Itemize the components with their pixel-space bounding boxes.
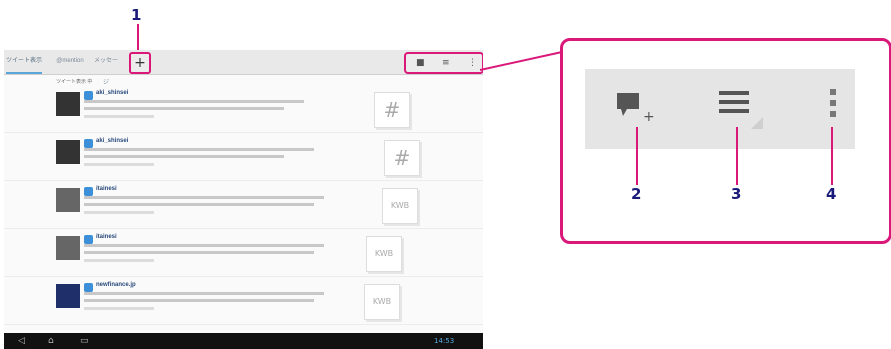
- list-header: ツイート表示 中: [56, 79, 93, 85]
- twitter-icon: [84, 139, 93, 148]
- recents-icon[interactable]: ▭: [80, 336, 89, 346]
- home-icon[interactable]: ⌂: [48, 336, 54, 346]
- new-tweet-icon[interactable]: +: [617, 91, 663, 127]
- tweet-username: newfinance.jp: [96, 282, 136, 288]
- menu-list-icon[interactable]: [719, 89, 765, 129]
- callout-2: 2: [631, 185, 642, 203]
- tweet-username: aki_shinsei: [96, 138, 129, 144]
- tablet-screen: ツイート表示 @mention メッセージ + ■ ≡ ⋮ ツイート表示 中 a…: [4, 50, 483, 349]
- tweet-meta: [84, 163, 154, 166]
- clock: 14:53: [434, 337, 455, 345]
- tweet-text-line: [84, 292, 324, 295]
- plus-icon: +: [134, 55, 146, 71]
- system-nav-bar: ◁ ⌂ ▭ 14:53: [4, 333, 483, 349]
- callout-3-line: [736, 127, 738, 185]
- twitter-icon: [84, 283, 93, 292]
- tweet-text-line: [84, 100, 304, 103]
- tweet-username: aki_shinsei: [96, 90, 129, 96]
- twitter-icon: [84, 91, 93, 100]
- twitter-icon: [84, 187, 93, 196]
- tab-mentions[interactable]: @mention: [54, 50, 86, 72]
- tweet-meta: [84, 115, 154, 118]
- tab-timeline[interactable]: ツイート表示: [6, 50, 42, 74]
- tweet-row[interactable]: newfinance.jp KWB: [4, 278, 483, 325]
- tweet-thumbnail[interactable]: KWB: [366, 236, 402, 272]
- avatar: [56, 92, 80, 116]
- tweet-text-line: [84, 107, 284, 110]
- tweet-text-line: [84, 196, 324, 199]
- callout-3: 3: [731, 185, 742, 203]
- menu-list-icon[interactable]: ≡: [442, 58, 450, 68]
- zoom-callout: + 2 3 4: [560, 38, 891, 244]
- avatar: [56, 284, 80, 308]
- tweet-username: itainesi: [96, 234, 117, 240]
- overflow-icon[interactable]: ⋮: [468, 58, 477, 68]
- new-tweet-icon[interactable]: ■: [416, 58, 425, 68]
- tab-bar: ツイート表示 @mention メッセージ + ■ ≡ ⋮: [4, 50, 483, 86]
- tweet-row[interactable]: itainesi KWB: [4, 230, 483, 277]
- tweet-thumbnail[interactable]: KWB: [364, 284, 400, 320]
- tweet-meta: [84, 307, 154, 310]
- tab-messages[interactable]: メッセージ: [92, 50, 120, 86]
- tweet-row[interactable]: itainesi KWB: [4, 182, 483, 229]
- callout-4: 4: [826, 185, 837, 203]
- tweet-username: itainesi: [96, 186, 117, 192]
- tweet-text-line: [84, 244, 324, 247]
- tweet-meta: [84, 211, 154, 214]
- callout-4-line: [831, 127, 833, 185]
- tweet-thumbnail[interactable]: #: [384, 140, 420, 176]
- tweet-meta: [84, 259, 154, 262]
- tweet-text-line: [84, 203, 314, 206]
- avatar: [56, 236, 80, 260]
- avatar: [56, 140, 80, 164]
- tweet-text-line: [84, 299, 314, 302]
- tweet-thumbnail[interactable]: #: [374, 92, 410, 128]
- tweet-text-line: [84, 155, 284, 158]
- zoomed-action-bar: +: [585, 69, 855, 149]
- action-bar-icons: ■ ≡ ⋮: [404, 52, 483, 74]
- tweet-row[interactable]: aki_shinsei #: [4, 86, 483, 133]
- overflow-icon[interactable]: [829, 87, 839, 127]
- callout-1: 1: [131, 6, 142, 24]
- tweet-text-line: [84, 148, 314, 151]
- avatar: [56, 188, 80, 212]
- add-tab-button[interactable]: +: [129, 52, 151, 74]
- callout-2-line: [636, 127, 638, 185]
- tweet-row[interactable]: aki_shinsei #: [4, 134, 483, 181]
- callout-connector: [480, 51, 563, 71]
- tweet-text-line: [84, 251, 314, 254]
- back-icon[interactable]: ◁: [18, 336, 25, 346]
- tweet-thumbnail[interactable]: KWB: [382, 188, 418, 224]
- twitter-icon: [84, 235, 93, 244]
- svg-text:+: +: [643, 109, 655, 125]
